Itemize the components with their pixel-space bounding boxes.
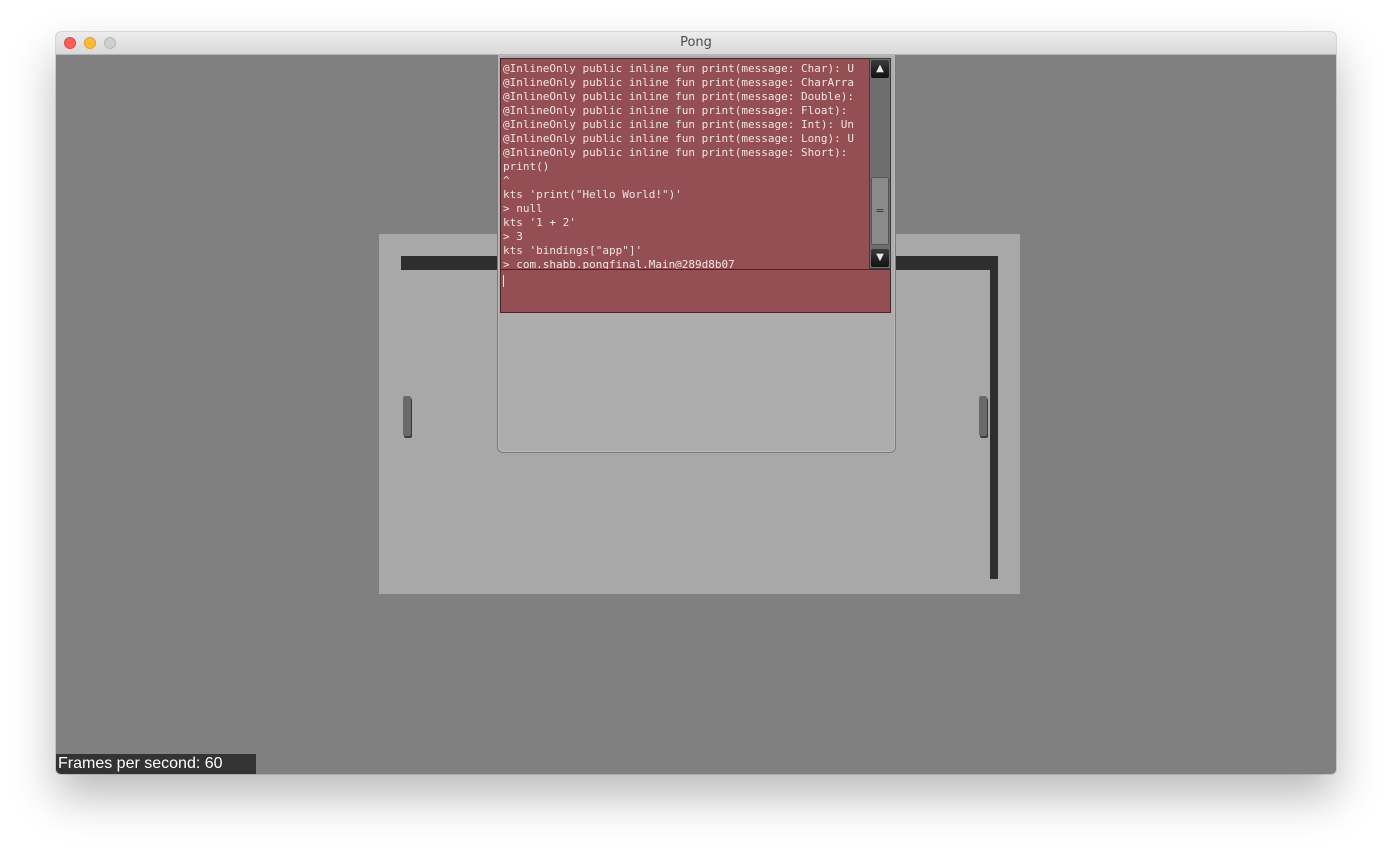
console-line: print() (503, 160, 550, 173)
right-wall (990, 256, 998, 579)
console-line: kts 'bindings["app"]' (503, 244, 643, 257)
console-line: @InlineOnly public inline fun print(mess… (503, 76, 854, 89)
console-line: > null (503, 202, 543, 215)
scroll-up-icon[interactable]: ▲ (871, 60, 889, 78)
title-bar[interactable]: Pong (56, 32, 1336, 55)
right-paddle (979, 396, 987, 436)
console-line: @InlineOnly public inline fun print(mess… (503, 90, 854, 103)
fps-counter: Frames per second: 60 (56, 754, 256, 774)
console-lines: @InlineOnly public inline fun print(mess… (503, 62, 854, 270)
console-line: kts 'print("Hello World!")' (503, 188, 682, 201)
console-line: @InlineOnly public inline fun print(mess… (503, 146, 848, 159)
left-paddle (403, 396, 411, 436)
game-canvas[interactable]: @InlineOnly public inline fun print(mess… (56, 55, 1336, 774)
console-input[interactable] (500, 269, 891, 313)
pong-window: Pong @InlineOnly public inline fun print… (56, 32, 1336, 774)
console-scrollbar[interactable]: ▲ = ▼ (869, 58, 891, 269)
console-line: @InlineOnly public inline fun print(mess… (503, 104, 848, 117)
console-output[interactable]: @InlineOnly public inline fun print(mess… (500, 58, 871, 271)
console-line: @InlineOnly public inline fun print(mess… (503, 118, 854, 131)
console-line: kts '1 + 2' (503, 216, 576, 229)
scroll-down-icon[interactable]: ▼ (871, 249, 889, 267)
window-title: Pong (680, 35, 712, 50)
console-line: @InlineOnly public inline fun print(mess… (503, 62, 854, 75)
scroll-thumb[interactable]: = (871, 177, 889, 245)
console-panel: @InlineOnly public inline fun print(mess… (497, 55, 896, 453)
console-line: > 3 (503, 230, 523, 243)
text-caret (503, 275, 504, 287)
console-line: @InlineOnly public inline fun print(mess… (503, 132, 854, 145)
console-line: ^ (503, 174, 510, 187)
